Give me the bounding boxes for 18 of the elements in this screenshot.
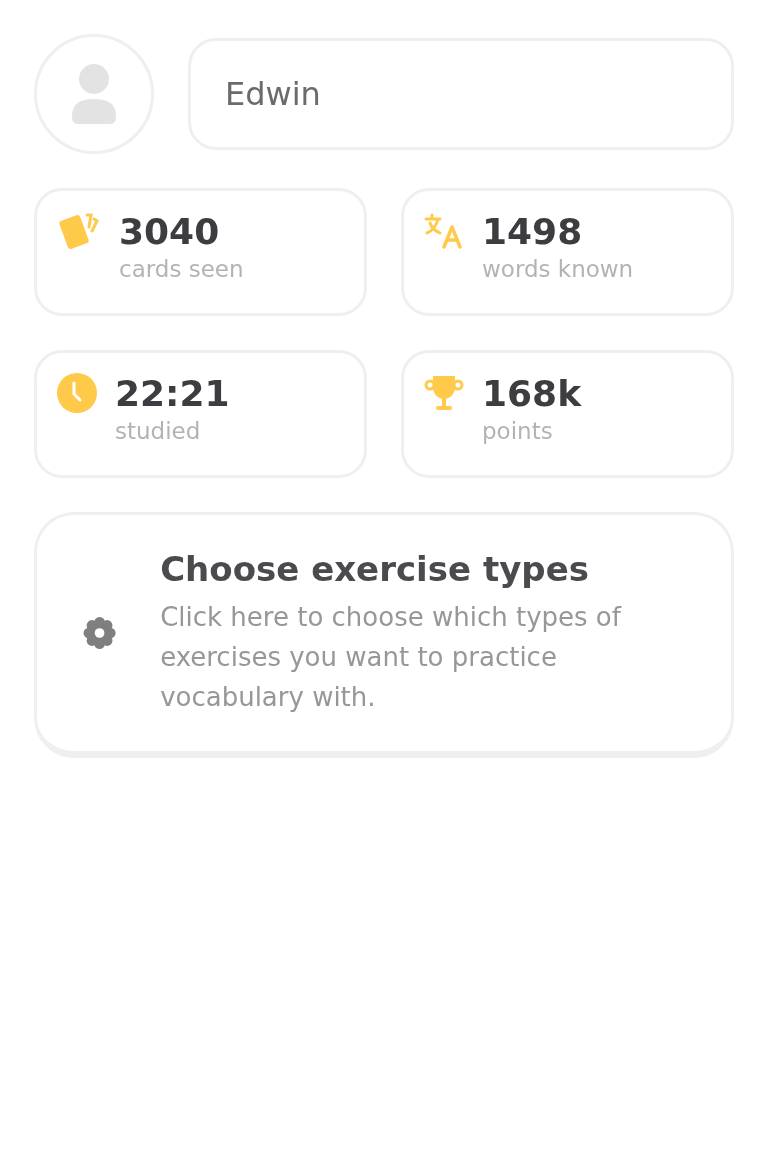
name-field[interactable]: Edwin: [188, 38, 734, 150]
exercise-types-card[interactable]: Choose exercise types Click here to choose which types of exercises you want to practice vocabulary with.: [34, 512, 734, 758]
trophy-icon: [424, 373, 464, 413]
avatar[interactable]: [34, 34, 154, 154]
stat-value: 168k: [482, 373, 582, 414]
stat-label: cards seen: [119, 256, 244, 282]
user-icon: [72, 64, 116, 124]
stat-value: 3040: [119, 211, 221, 252]
translate-icon: [424, 211, 464, 251]
card-title: Choose exercise types: [160, 549, 590, 589]
cards-icon: [57, 211, 101, 251]
stat-label: words known: [482, 256, 634, 282]
card-description: Click here to choose which types of exercises you want to practice vocabulary with.: [160, 601, 623, 714]
stat-value: 22:21: [115, 373, 230, 414]
stat-label: points: [482, 418, 554, 444]
clock-icon: [57, 373, 97, 413]
stat-label: studied: [115, 418, 202, 444]
stat-value: 1498: [482, 211, 584, 252]
